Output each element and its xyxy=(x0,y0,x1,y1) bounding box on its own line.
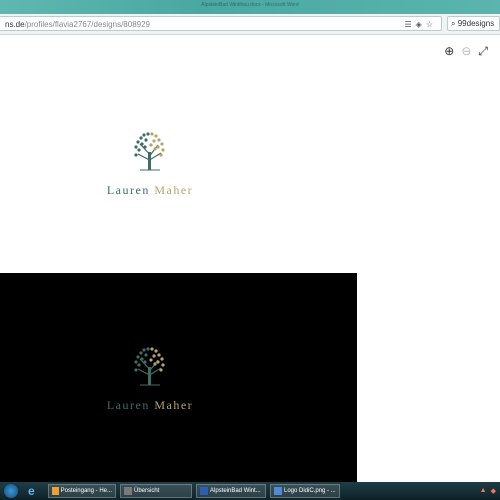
pocket-icon[interactable]: ◈ xyxy=(416,17,422,32)
taskbar-item-label: AlpsteinBad Wint... xyxy=(210,488,261,494)
security-icon[interactable]: ◆ xyxy=(491,487,496,495)
taskbar-item-outlook[interactable]: Posteingang - He... xyxy=(48,484,116,498)
search-input[interactable]: ⌕ 99designs xyxy=(447,16,500,31)
brand-name: Lauren Maher xyxy=(60,398,240,413)
internet-explorer-icon[interactable]: e xyxy=(28,485,40,497)
tree-icon xyxy=(134,347,165,386)
url-icons: ☰ ◈ ☆ xyxy=(405,17,434,32)
word-icon xyxy=(200,487,208,495)
star-icon[interactable]: ☆ xyxy=(426,17,433,32)
window-title: AlpsteinBad Wintiheu.docx - Microsoft Wo… xyxy=(201,2,299,8)
dark-preview-panel: Lauren Maher xyxy=(0,273,357,482)
taskbar-item-image[interactable]: Logo DidiC.png - ... xyxy=(270,484,340,498)
url-host: ns.de xyxy=(5,20,25,29)
taskbar-item-word[interactable]: AlpsteinBad Wint... xyxy=(196,484,266,498)
zoom-out-icon[interactable]: ⊖ xyxy=(461,44,471,59)
url-path: /profiles/flavia2767/designs/808929 xyxy=(24,20,150,29)
search-value: 99designs xyxy=(457,19,495,28)
taskbar-item-overview[interactable]: Übersicht xyxy=(120,484,192,498)
start-button[interactable] xyxy=(4,484,18,498)
calendar-icon xyxy=(124,487,132,495)
zoom-controls: ⊕ ⊖ ⤢ xyxy=(444,44,488,59)
brand-name: Lauren Maher xyxy=(60,183,240,198)
menu-icon[interactable]: ☰ xyxy=(405,17,412,32)
zoom-in-icon[interactable]: ⊕ xyxy=(444,44,454,59)
taskbar-item-label: Logo DidiC.png - ... xyxy=(284,488,336,494)
outlook-icon xyxy=(52,487,59,495)
brand-first-name: Lauren xyxy=(106,183,150,197)
image-viewer-icon xyxy=(274,487,282,495)
taskbar-item-label: Übersicht xyxy=(134,488,160,494)
logo-light-version: Lauren Maher xyxy=(60,130,240,198)
search-icon: ⌕ xyxy=(451,19,456,28)
taskbar-item-label: Posteingang - He... xyxy=(60,488,112,494)
logo-dark-version: Lauren Maher xyxy=(60,345,240,413)
warning-icon[interactable]: ▲ xyxy=(480,487,487,495)
brand-first-name: Lauren xyxy=(106,398,150,412)
browser-toolbar: ns.de/profiles/flavia2767/designs/808929… xyxy=(0,14,500,35)
system-tray: ▲ ◆ xyxy=(480,487,500,495)
brand-last-name: Maher xyxy=(154,398,194,412)
brand-last-name: Maher xyxy=(154,183,194,197)
fullscreen-icon[interactable]: ⤢ xyxy=(478,44,488,59)
windows-taskbar: e Posteingang - He... Übersicht Alpstein… xyxy=(0,482,500,500)
window-titlebar: AlpsteinBad Wintiheu.docx - Microsoft Wo… xyxy=(0,0,500,14)
tree-icon xyxy=(134,132,165,171)
url-bar[interactable]: ns.de/profiles/flavia2767/designs/808929… xyxy=(0,16,442,31)
